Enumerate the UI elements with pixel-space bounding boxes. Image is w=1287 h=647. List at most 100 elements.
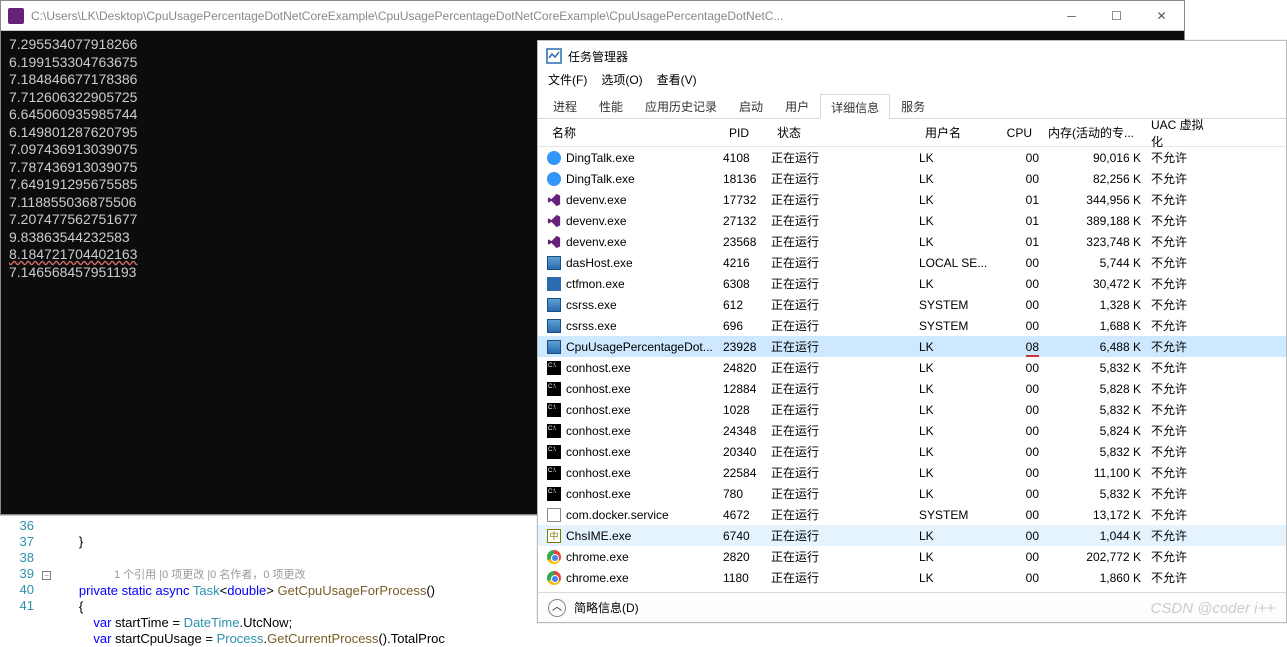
menu-file[interactable]: 文件(F) bbox=[548, 71, 587, 93]
process-memory: 6,488 K bbox=[1039, 340, 1141, 354]
process-user: LK bbox=[919, 277, 999, 291]
console-titlebar[interactable]: C:\Users\LK\Desktop\CpuUsagePercentageDo… bbox=[1, 1, 1184, 31]
tab-性能[interactable]: 性能 bbox=[588, 93, 634, 118]
line-number: 39 bbox=[0, 566, 34, 582]
tab-服务[interactable]: 服务 bbox=[890, 93, 936, 118]
process-status: 正在运行 bbox=[771, 569, 919, 586]
process-pid: 4216 bbox=[723, 256, 771, 270]
code-line bbox=[50, 583, 79, 598]
table-row[interactable]: devenv.exe23568正在运行LK01323,748 K不允许 bbox=[538, 231, 1286, 252]
menu-view[interactable]: 查看(V) bbox=[657, 71, 697, 93]
process-memory: 13,172 K bbox=[1039, 508, 1141, 522]
header-status[interactable]: 状态 bbox=[771, 124, 919, 141]
tab-应用历史记录[interactable]: 应用历史记录 bbox=[634, 93, 728, 118]
process-cpu: 00 bbox=[999, 298, 1039, 312]
header-uac[interactable]: UAC 虚拟化 bbox=[1141, 119, 1221, 150]
table-row[interactable]: csrss.exe612正在运行SYSTEM001,328 K不允许 bbox=[538, 294, 1286, 315]
table-row[interactable]: ctfmon.exe6308正在运行LK0030,472 K不允许 bbox=[538, 273, 1286, 294]
process-cpu: 00 bbox=[999, 508, 1039, 522]
table-row[interactable]: csrss.exe696正在运行SYSTEM001,688 K不允许 bbox=[538, 315, 1286, 336]
table-row[interactable]: conhost.exe22584正在运行LK0011,100 K不允许 bbox=[538, 462, 1286, 483]
process-name: conhost.exe bbox=[566, 487, 723, 501]
table-row[interactable]: DingTalk.exe4108正在运行LK0090,016 K不允许 bbox=[538, 147, 1286, 168]
taskmgr-icon bbox=[546, 48, 562, 64]
header-memory[interactable]: 内存(活动的专... bbox=[1039, 124, 1141, 141]
minimize-button[interactable]: ─ bbox=[1049, 1, 1094, 31]
chevron-up-icon[interactable]: ︿ bbox=[548, 599, 566, 617]
codelens-text[interactable]: 1 个引用 |0 项更改 |0 名作者，0 项更改 bbox=[50, 569, 306, 581]
header-cpu[interactable]: CPU bbox=[999, 126, 1039, 140]
process-memory: 1,688 K bbox=[1039, 319, 1141, 333]
process-user: SYSTEM bbox=[919, 298, 999, 312]
table-row[interactable]: dasHost.exe4216正在运行LOCAL SE...005,744 K不… bbox=[538, 252, 1286, 273]
taskmgr-titlebar[interactable]: 任务管理器 bbox=[538, 41, 1286, 71]
tab-用户[interactable]: 用户 bbox=[774, 93, 820, 118]
process-status: 正在运行 bbox=[771, 170, 919, 187]
table-row[interactable]: conhost.exe1028正在运行LK005,832 K不允许 bbox=[538, 399, 1286, 420]
process-user: SYSTEM bbox=[919, 508, 999, 522]
process-memory: 202,772 K bbox=[1039, 550, 1141, 564]
process-user: LK bbox=[919, 382, 999, 396]
process-name: devenv.exe bbox=[566, 193, 723, 207]
vs-icon bbox=[546, 192, 562, 208]
process-pid: 1180 bbox=[723, 571, 771, 585]
process-uac: 不允许 bbox=[1141, 338, 1221, 355]
conhost-icon bbox=[546, 360, 562, 376]
taskmgr-menubar: 文件(F) 选项(O) 查看(V) bbox=[538, 71, 1286, 93]
table-row[interactable]: conhost.exe24820正在运行LK005,832 K不允许 bbox=[538, 357, 1286, 378]
task-manager-window: 任务管理器 文件(F) 选项(O) 查看(V) 进程性能应用历史记录启动用户详细… bbox=[537, 40, 1287, 623]
process-memory: 5,832 K bbox=[1039, 445, 1141, 459]
table-row[interactable]: 中ChsIME.exe6740正在运行LK001,044 K不允许 bbox=[538, 525, 1286, 546]
table-row[interactable]: com.docker.service4672正在运行SYSTEM0013,172… bbox=[538, 504, 1286, 525]
process-name: conhost.exe bbox=[566, 445, 723, 459]
flag-icon bbox=[546, 276, 562, 292]
process-status: 正在运行 bbox=[771, 359, 919, 376]
table-row[interactable]: CpuUsagePercentageDot...23928正在运行LK086,4… bbox=[538, 336, 1286, 357]
process-status: 正在运行 bbox=[771, 401, 919, 418]
header-pid[interactable]: PID bbox=[723, 126, 771, 140]
process-name: csrss.exe bbox=[566, 298, 723, 312]
process-user: LK bbox=[919, 340, 999, 354]
process-user: LK bbox=[919, 214, 999, 228]
line-number: 37 bbox=[0, 534, 34, 550]
table-row[interactable]: conhost.exe24348正在运行LK005,824 K不允许 bbox=[538, 420, 1286, 441]
line-number: 40 bbox=[0, 582, 34, 598]
process-name: conhost.exe bbox=[566, 382, 723, 396]
process-memory: 323,748 K bbox=[1039, 235, 1141, 249]
tab-详细信息[interactable]: 详细信息 bbox=[820, 94, 890, 119]
header-user[interactable]: 用户名 bbox=[919, 124, 999, 141]
tab-进程[interactable]: 进程 bbox=[542, 93, 588, 118]
process-status: 正在运行 bbox=[771, 464, 919, 481]
table-row[interactable]: devenv.exe27132正在运行LK01389,188 K不允许 bbox=[538, 210, 1286, 231]
process-cpu: 08 bbox=[999, 340, 1039, 354]
table-row[interactable]: chrome.exe2820正在运行LK00202,772 K不允许 bbox=[538, 546, 1286, 567]
process-user: LK bbox=[919, 193, 999, 207]
process-user: LOCAL SE... bbox=[919, 256, 999, 270]
process-name: conhost.exe bbox=[566, 403, 723, 417]
close-button[interactable]: ✕ bbox=[1139, 1, 1184, 31]
header-name[interactable]: 名称 bbox=[546, 124, 723, 141]
table-header-row[interactable]: 名称 PID 状态 用户名 CPU 内存(活动的专... UAC 虚拟化 bbox=[538, 119, 1286, 147]
watermark-text: CSDN @coder i++ bbox=[1151, 600, 1275, 617]
process-status: 正在运行 bbox=[771, 485, 919, 502]
menu-options[interactable]: 选项(O) bbox=[601, 71, 642, 93]
process-user: LK bbox=[919, 424, 999, 438]
table-row[interactable]: chrome.exe1180正在运行LK001,860 K不允许 bbox=[538, 567, 1286, 588]
fewer-details-button[interactable]: 简略信息(D) bbox=[574, 599, 639, 616]
process-status: 正在运行 bbox=[771, 254, 919, 271]
process-memory: 5,832 K bbox=[1039, 487, 1141, 501]
line-number: 36 bbox=[0, 518, 34, 534]
process-name: ChsIME.exe bbox=[566, 529, 723, 543]
maximize-button[interactable]: ☐ bbox=[1094, 1, 1139, 31]
process-pid: 780 bbox=[723, 487, 771, 501]
table-row[interactable]: conhost.exe20340正在运行LK005,832 K不允许 bbox=[538, 441, 1286, 462]
table-row[interactable]: conhost.exe12884正在运行LK005,828 K不允许 bbox=[538, 378, 1286, 399]
process-memory: 11,100 K bbox=[1039, 466, 1141, 480]
table-row[interactable]: DingTalk.exe18136正在运行LK0082,256 K不允许 bbox=[538, 168, 1286, 189]
process-memory: 389,188 K bbox=[1039, 214, 1141, 228]
tab-启动[interactable]: 启动 bbox=[728, 93, 774, 118]
line-number: 41 bbox=[0, 598, 34, 614]
process-uac: 不允许 bbox=[1141, 191, 1221, 208]
table-row[interactable]: conhost.exe780正在运行LK005,832 K不允许 bbox=[538, 483, 1286, 504]
table-row[interactable]: devenv.exe17732正在运行LK01344,956 K不允许 bbox=[538, 189, 1286, 210]
